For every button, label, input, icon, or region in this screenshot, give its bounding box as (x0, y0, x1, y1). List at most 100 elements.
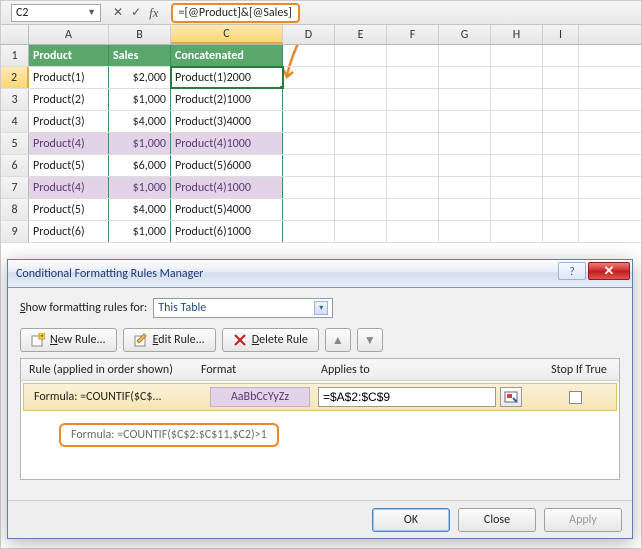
header-product[interactable]: Product (29, 45, 109, 66)
cell-concat[interactable]: Product(6)1000 (171, 221, 283, 242)
cell[interactable] (283, 45, 335, 66)
cell[interactable] (543, 221, 579, 242)
col-header-g[interactable]: G (439, 25, 491, 44)
cell-sales[interactable]: $4,000 (109, 111, 171, 132)
col-header-f[interactable]: F (387, 25, 439, 44)
cell[interactable] (387, 133, 439, 154)
cell[interactable] (283, 155, 335, 176)
cell[interactable] (335, 133, 387, 154)
cell[interactable] (439, 199, 491, 220)
formula-input[interactable]: =[@Product]&[@Sales] (167, 3, 641, 23)
close-dialog-button[interactable]: Close (458, 508, 536, 532)
cell[interactable] (283, 67, 335, 88)
col-header-h[interactable]: H (491, 25, 543, 44)
cell[interactable] (543, 155, 579, 176)
cell[interactable] (335, 111, 387, 132)
cell[interactable] (283, 177, 335, 198)
edit-rule-button[interactable]: Edit Rule... (123, 328, 216, 352)
row-header[interactable]: 5 (1, 133, 29, 154)
row-header[interactable]: 4 (1, 111, 29, 132)
cell[interactable] (335, 89, 387, 110)
scope-select[interactable]: This Table ▾ (153, 298, 333, 318)
cell[interactable] (387, 89, 439, 110)
cell[interactable] (491, 133, 543, 154)
col-header-e[interactable]: E (335, 25, 387, 44)
rule-row[interactable]: Formula: =COUNTIF($C$... AaBbCcYyZz (23, 383, 617, 411)
close-button[interactable]: ✕ (588, 262, 630, 280)
cell-concat[interactable]: Product(5)4000 (171, 199, 283, 220)
cell-product[interactable]: Product(4) (29, 177, 109, 198)
cell-product[interactable]: Product(5) (29, 199, 109, 220)
cell[interactable] (387, 111, 439, 132)
cell[interactable] (387, 221, 439, 242)
row-header[interactable]: 7 (1, 177, 29, 198)
cell-product[interactable]: Product(2) (29, 89, 109, 110)
cell-concat[interactable]: Product(3)4000 (171, 111, 283, 132)
col-header-c[interactable]: C (171, 25, 283, 44)
cancel-icon[interactable]: ✕ (113, 5, 123, 21)
cell-sales[interactable]: $1,000 (109, 89, 171, 110)
cell-concat[interactable]: Product(4)1000 (171, 177, 283, 198)
cell[interactable] (283, 89, 335, 110)
row-header[interactable]: 1 (1, 45, 29, 66)
cell-concat[interactable]: Product(1)2000 (171, 67, 283, 88)
cell[interactable] (543, 199, 579, 220)
cell[interactable] (387, 177, 439, 198)
cell[interactable] (283, 111, 335, 132)
applies-to-input[interactable] (318, 387, 496, 407)
dialog-titlebar[interactable]: Conditional Formatting Rules Manager ? ✕ (8, 260, 632, 288)
cell-sales[interactable]: $6,000 (109, 155, 171, 176)
cell[interactable] (387, 67, 439, 88)
cell-sales[interactable]: $1,000 (109, 177, 171, 198)
cell[interactable] (439, 133, 491, 154)
select-all-corner[interactable] (1, 25, 29, 44)
row-header[interactable]: 2 (1, 67, 29, 88)
cell-product[interactable]: Product(5) (29, 155, 109, 176)
cell[interactable] (283, 199, 335, 220)
col-header-b[interactable]: B (109, 25, 171, 44)
cell[interactable] (439, 221, 491, 242)
accept-icon[interactable]: ✓ (131, 5, 141, 21)
cell[interactable] (543, 89, 579, 110)
cell[interactable] (335, 67, 387, 88)
cell[interactable] (439, 89, 491, 110)
cell[interactable] (543, 45, 579, 66)
apply-button[interactable]: Apply (544, 508, 622, 532)
cell[interactable] (439, 155, 491, 176)
col-header-a[interactable]: A (29, 25, 109, 44)
cell-concat[interactable]: Product(5)6000 (171, 155, 283, 176)
cell[interactable] (543, 177, 579, 198)
cell-concat[interactable]: Product(2)1000 (171, 89, 283, 110)
ok-button[interactable]: OK (372, 508, 450, 532)
cell[interactable] (491, 177, 543, 198)
cell-sales[interactable]: $2,000 (109, 67, 171, 88)
cell-product[interactable]: Product(4) (29, 133, 109, 154)
cell[interactable] (439, 177, 491, 198)
move-down-button[interactable]: ▼ (357, 328, 383, 352)
cell[interactable] (439, 45, 491, 66)
cell[interactable] (439, 111, 491, 132)
cell[interactable] (335, 199, 387, 220)
cell-sales[interactable]: $4,000 (109, 199, 171, 220)
new-rule-button[interactable]: ✦ New Rule... (20, 328, 117, 352)
cell[interactable] (491, 221, 543, 242)
cell[interactable] (491, 89, 543, 110)
col-header-i[interactable]: I (543, 25, 579, 44)
cell[interactable] (335, 155, 387, 176)
range-picker-button[interactable] (500, 387, 522, 407)
header-concat[interactable]: Concatenated (171, 45, 283, 66)
cell-product[interactable]: Product(6) (29, 221, 109, 242)
col-header-d[interactable]: D (283, 25, 335, 44)
cell[interactable] (283, 133, 335, 154)
name-box[interactable]: C2 ▼ (11, 4, 101, 22)
cell[interactable] (491, 111, 543, 132)
help-button[interactable]: ? (558, 262, 586, 280)
cell[interactable] (387, 199, 439, 220)
cell[interactable] (387, 155, 439, 176)
cell-concat[interactable]: Product(4)1000 (171, 133, 283, 154)
cell[interactable] (543, 67, 579, 88)
cell[interactable] (335, 177, 387, 198)
stop-if-true-checkbox[interactable] (569, 391, 582, 404)
cell[interactable] (491, 67, 543, 88)
cell[interactable] (335, 221, 387, 242)
